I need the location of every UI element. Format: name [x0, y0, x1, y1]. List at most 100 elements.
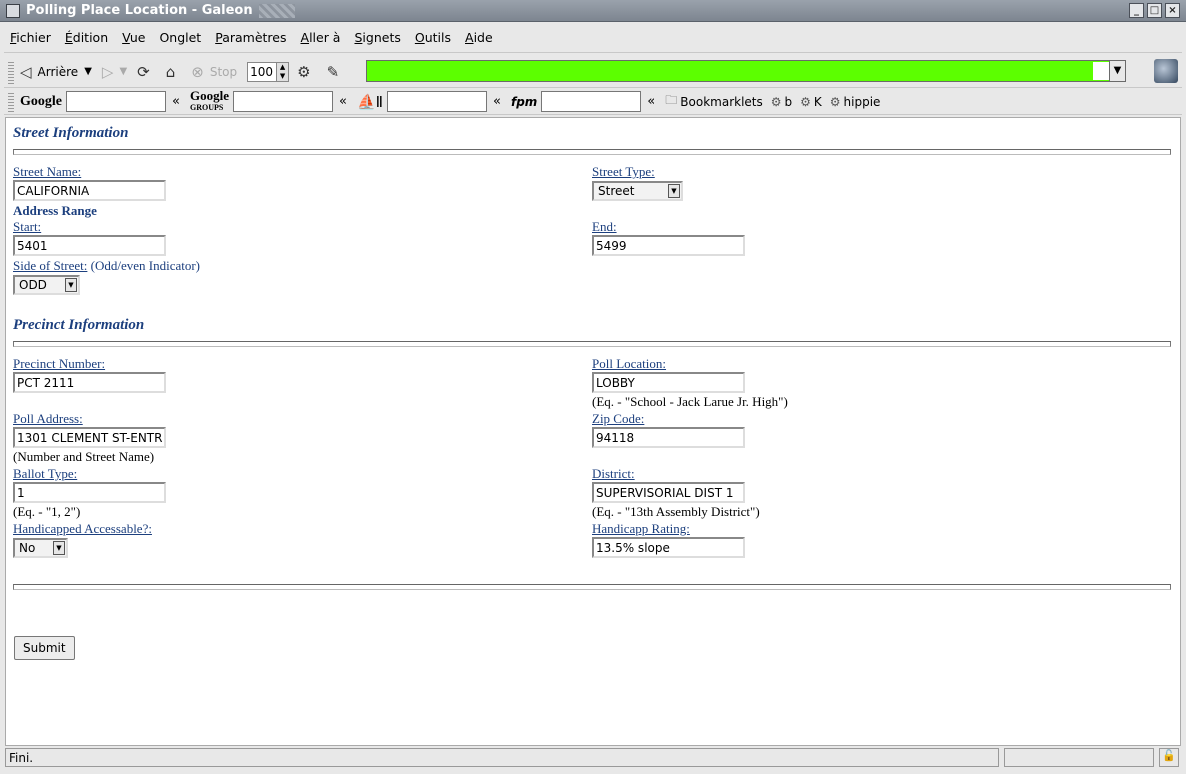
stop-icon: ⊗ [191, 62, 204, 81]
navigation-toolbar: ◁ Arrière ▼ ▷ ▼ ⟳ ⌂ ⊗ Stop 100 ▲ ▼ ⚙ ✎ ▼ [4, 56, 1182, 88]
home-button[interactable]: ⌂ [166, 63, 182, 81]
divider [13, 584, 1171, 590]
progress-area [1004, 748, 1154, 767]
divider [13, 149, 1171, 155]
imdb-search-input[interactable] [387, 91, 487, 112]
ballot-type-input[interactable]: 1 [13, 482, 166, 503]
imdb-icon: ⛵Ⅱ [356, 92, 383, 111]
status-text: Fini. [5, 748, 999, 767]
stop-button[interactable]: ⊗ Stop [191, 63, 237, 81]
zip-code-label: Zip Code: [592, 411, 645, 426]
galeon-throbber-icon [1154, 59, 1178, 83]
clear-button[interactable]: ✎ [327, 63, 346, 81]
chevron-down-icon: ▼ [65, 278, 77, 292]
end-label: End: [592, 219, 617, 234]
street-type-select[interactable]: Street ▼ [592, 181, 683, 201]
groups-chevron[interactable]: « [339, 94, 347, 109]
poll-address-label: Poll Address: [13, 411, 83, 426]
menu-paramètres[interactable]: Paramètres [215, 30, 286, 45]
folder-icon: 🗀 [665, 93, 678, 107]
street-name-label: Street Name: [13, 164, 82, 179]
start-label: Start: [13, 219, 42, 234]
reload-button[interactable]: ⟳ [137, 63, 156, 81]
menu-édition[interactable]: Édition [65, 30, 108, 45]
zoom-spinner[interactable]: ▲ ▼ [277, 61, 290, 82]
precinct-number-input[interactable]: PCT 2111 [13, 372, 166, 393]
bookmark-k[interactable]: ⚙ K [800, 95, 822, 109]
chevron-down-icon: ▼ [53, 541, 65, 555]
menu-fichier[interactable]: Fichier [10, 30, 51, 45]
forward-history-icon[interactable]: ▼ [119, 66, 127, 77]
groups-search-input[interactable] [232, 91, 333, 112]
poll-location-label: Poll Location: [592, 356, 667, 371]
fpm-chevron[interactable]: « [647, 94, 655, 109]
handicapped-accessible-select[interactable]: No ▼ [13, 538, 68, 558]
maximize-icon[interactable]: □ [1147, 3, 1162, 18]
menu-outils[interactable]: Outils [415, 30, 451, 45]
bookmarklets-folder[interactable]: 🗀 Bookmarklets [665, 91, 762, 112]
divider [13, 341, 1171, 347]
back-label: Arrière [37, 64, 79, 79]
end-input[interactable]: 5499 [592, 235, 745, 256]
search-bar: Google « Google GROUPS « ⛵Ⅱ « fpm « 🗀 Boo… [4, 89, 1182, 115]
title-decoration [258, 3, 295, 18]
district-input[interactable]: SUPERVISORIAL DIST 1 [592, 482, 745, 503]
side-of-street-row: Side of Street: (Odd/even Indicator) [13, 258, 200, 274]
forward-button[interactable]: ▷ ▼ [102, 63, 127, 81]
searchbar-grip[interactable] [8, 91, 14, 112]
minimize-icon[interactable]: _ [1129, 3, 1144, 18]
security-lock-icon[interactable]: 🔓 [1159, 748, 1179, 767]
google-search-input[interactable] [66, 91, 166, 112]
close-icon[interactable]: × [1165, 3, 1180, 18]
url-bar[interactable]: ▼ [366, 60, 1126, 82]
menu-bar: Fichier Édition Vue Onglet Paramètres Aller à… [4, 23, 1182, 53]
street-name-input[interactable]: CALIFORNIA [13, 180, 166, 201]
stop-label: Stop [209, 64, 238, 79]
back-history-icon[interactable]: ▼ [84, 66, 92, 77]
google-logo: Google [20, 93, 62, 109]
side-note: (Odd/even Indicator) [87, 258, 201, 273]
bookmark-b[interactable]: ⚙ b [771, 95, 792, 109]
window-menu-icon[interactable] [6, 3, 20, 18]
home-icon: ⌂ [165, 62, 176, 81]
page-content: Street Information Street Name: CALIFORN… [5, 117, 1181, 746]
precinct-number-label: Precinct Number: [13, 356, 106, 371]
status-bar: Fini. 🔓 [5, 748, 1181, 768]
toolbar-grip[interactable] [8, 59, 14, 84]
bookmark-icon: ⚙ [829, 94, 841, 109]
address-range-heading: Address Range [13, 203, 97, 218]
google-chevron[interactable]: « [172, 94, 180, 109]
zip-code-input[interactable]: 94118 [592, 427, 745, 448]
menu-vue[interactable]: Vue [122, 30, 145, 45]
precinct-section-title: Precinct Information [13, 317, 145, 333]
bookmark-icon: ⚙ [800, 94, 811, 109]
menu-allerà[interactable]: Aller à [301, 30, 341, 45]
start-input[interactable]: 5401 [13, 235, 166, 256]
bookmark-icon: ⚙ [770, 94, 782, 109]
side-select[interactable]: ODD ▼ [13, 275, 80, 295]
brush-icon: ✎ [326, 62, 340, 81]
handicap-rating-input[interactable]: 13.5% slope [592, 537, 745, 558]
menu-signets[interactable]: Signets [354, 30, 400, 45]
back-button[interactable]: ◁ Arrière ▼ [20, 63, 92, 81]
title-bar: Polling Place Location - Galeon _ □ × [0, 0, 1186, 22]
street-section-title: Street Information [13, 125, 129, 141]
menu-aide[interactable]: Aide [465, 30, 493, 45]
bookmark-hippie[interactable]: ⚙ hippie [830, 95, 881, 109]
street-type-label: Street Type: [592, 164, 655, 179]
fpm-search-input[interactable] [541, 91, 642, 112]
menu-onglet[interactable]: Onglet [159, 30, 201, 45]
poll-location-input[interactable]: LOBBY [592, 372, 745, 393]
imdb-chevron[interactable]: « [493, 94, 501, 109]
submit-button[interactable]: Submit [14, 636, 75, 660]
ballot-type-label: Ballot Type: [13, 466, 78, 481]
reload-icon: ⟳ [137, 62, 150, 81]
side-label: Side of Street: [13, 258, 88, 273]
poll-address-input[interactable]: 1301 CLEMENT ST-ENTR [13, 427, 166, 448]
poll-location-note: (Eq. - "School - Jack Larue Jr. High") [592, 394, 788, 409]
zoom-input[interactable]: 100 [247, 61, 278, 82]
window-title: Polling Place Location - Galeon [26, 3, 253, 18]
fpm-logo: fpm [510, 94, 538, 109]
url-dropdown-icon[interactable]: ▼ [1109, 60, 1126, 82]
settings-button[interactable]: ⚙ [297, 63, 316, 81]
